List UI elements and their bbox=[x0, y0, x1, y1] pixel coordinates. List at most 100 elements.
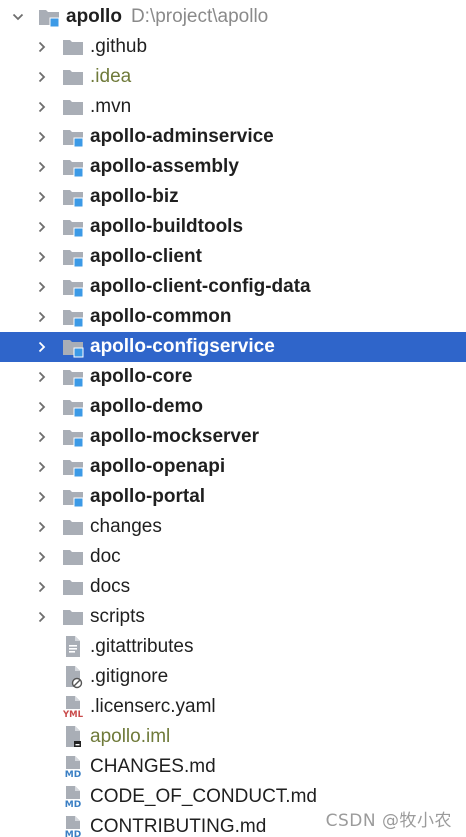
chevron-right-icon[interactable] bbox=[34, 182, 50, 212]
tree-item-label: .mvn bbox=[90, 96, 132, 117]
tree-root-row[interactable]: apollo D:\project\apollo bbox=[0, 2, 466, 32]
chevron-right-icon[interactable] bbox=[34, 392, 50, 422]
tree-item-label: docs bbox=[90, 576, 131, 597]
watermark: CSDN @牧小农 bbox=[325, 811, 452, 831]
tree-item[interactable]: apollo-demo bbox=[0, 392, 466, 422]
tree-item-label: apollo-core bbox=[90, 366, 193, 387]
tree-item-label: apollo-common bbox=[90, 306, 232, 327]
module-folder-icon bbox=[62, 275, 84, 299]
chevron-right-icon[interactable] bbox=[34, 602, 50, 632]
tree-item-label: apollo-configservice bbox=[90, 336, 275, 357]
tree-item-label: apollo-openapi bbox=[90, 456, 226, 477]
tree-item[interactable]: apollo-client bbox=[0, 242, 466, 272]
module-folder-icon bbox=[62, 305, 84, 329]
tree-item-label: CONTRIBUTING.md bbox=[90, 816, 267, 837]
module-folder-icon bbox=[62, 335, 84, 359]
tree-item[interactable]: docs bbox=[0, 572, 466, 602]
chevron-right-icon[interactable] bbox=[34, 62, 50, 92]
project-tree: apollo D:\project\apollo .github .idea .mv… bbox=[0, 0, 466, 837]
tree-item-label: .licenserc.yaml bbox=[90, 696, 216, 717]
chevron-right-icon[interactable] bbox=[34, 152, 50, 182]
chevron-right-icon[interactable] bbox=[34, 512, 50, 542]
chevron-down-icon[interactable] bbox=[10, 2, 26, 32]
tree-item[interactable]: .idea bbox=[0, 62, 466, 92]
chevron-right-icon[interactable] bbox=[34, 32, 50, 62]
chevron-right-icon[interactable] bbox=[34, 332, 50, 362]
tree-item[interactable]: .gitattributes bbox=[0, 632, 466, 662]
chevron-right-icon[interactable] bbox=[34, 302, 50, 332]
module-folder-icon bbox=[62, 365, 84, 389]
tree-item-label: .gitignore bbox=[90, 666, 169, 687]
tree-item[interactable]: apollo-adminservice bbox=[0, 122, 466, 152]
svg-text:MD: MD bbox=[65, 830, 81, 837]
tree-item-label: apollo-client bbox=[90, 246, 202, 267]
tree-item-label: apollo-adminservice bbox=[90, 126, 274, 147]
svg-text:MD: MD bbox=[65, 800, 81, 809]
folder-icon bbox=[62, 35, 84, 59]
module-folder-icon bbox=[62, 425, 84, 449]
tree-item-label: CHANGES.md bbox=[90, 756, 216, 777]
chevron-placeholder bbox=[34, 662, 50, 692]
module-folder-icon bbox=[62, 155, 84, 179]
folder-icon bbox=[62, 545, 84, 569]
chevron-right-icon[interactable] bbox=[34, 242, 50, 272]
markdown-file-icon: MD bbox=[62, 815, 84, 837]
markdown-file-icon: MD bbox=[62, 755, 84, 779]
module-folder-icon bbox=[62, 395, 84, 419]
tree-item[interactable]: changes bbox=[0, 512, 466, 542]
tree-item[interactable]: doc bbox=[0, 542, 466, 572]
yaml-file-icon: YML bbox=[62, 695, 84, 719]
tree-item[interactable]: .github bbox=[0, 32, 466, 62]
tree-item-label: .gitattributes bbox=[90, 636, 194, 657]
chevron-right-icon[interactable] bbox=[34, 272, 50, 302]
module-folder-icon bbox=[38, 5, 60, 29]
tree-item[interactable]: MD CHANGES.md bbox=[0, 752, 466, 782]
chevron-right-icon[interactable] bbox=[34, 542, 50, 572]
tree-item[interactable]: apollo-client-config-data bbox=[0, 272, 466, 302]
tree-item-label: apollo-mockserver bbox=[90, 426, 259, 447]
tree-item[interactable]: .mvn bbox=[0, 92, 466, 122]
svg-text:YML: YML bbox=[62, 710, 84, 719]
chevron-right-icon[interactable] bbox=[34, 122, 50, 152]
chevron-right-icon[interactable] bbox=[34, 92, 50, 122]
folder-icon bbox=[62, 605, 84, 629]
module-folder-icon bbox=[62, 215, 84, 239]
tree-item[interactable]: apollo-biz bbox=[0, 182, 466, 212]
chevron-placeholder bbox=[34, 722, 50, 752]
chevron-right-icon[interactable] bbox=[34, 422, 50, 452]
tree-item[interactable]: .gitignore bbox=[0, 662, 466, 692]
tree-item[interactable]: apollo-mockserver bbox=[0, 422, 466, 452]
chevron-placeholder bbox=[34, 632, 50, 662]
tree-item[interactable]: apollo-common bbox=[0, 302, 466, 332]
chevron-right-icon[interactable] bbox=[34, 452, 50, 482]
folder-icon bbox=[62, 515, 84, 539]
tree-item[interactable]: apollo-configservice bbox=[0, 332, 466, 362]
folder-icon bbox=[62, 95, 84, 119]
tree-item[interactable]: apollo-assembly bbox=[0, 152, 466, 182]
tree-item[interactable]: apollo-buildtools bbox=[0, 212, 466, 242]
tree-item[interactable]: apollo-openapi bbox=[0, 452, 466, 482]
folder-icon bbox=[62, 65, 84, 89]
tree-item-label: .github bbox=[90, 36, 148, 57]
tree-item-label: scripts bbox=[90, 606, 145, 627]
tree-item[interactable]: apollo-portal bbox=[0, 482, 466, 512]
chevron-placeholder bbox=[34, 692, 50, 722]
chevron-right-icon[interactable] bbox=[34, 482, 50, 512]
chevron-right-icon[interactable] bbox=[34, 362, 50, 392]
tree-item-label: doc bbox=[90, 546, 121, 567]
tree-item-label: .idea bbox=[90, 66, 132, 87]
tree-item-label: CODE_OF_CONDUCT.md bbox=[90, 786, 317, 807]
tree-item[interactable]: scripts bbox=[0, 602, 466, 632]
chevron-right-icon[interactable] bbox=[34, 572, 50, 602]
tree-item-label: apollo-assembly bbox=[90, 156, 239, 177]
chevron-right-icon[interactable] bbox=[34, 212, 50, 242]
tree-item[interactable]: YML .licenserc.yaml bbox=[0, 692, 466, 722]
root-path: D:\project\apollo bbox=[130, 6, 269, 27]
tree-item[interactable]: apollo.iml bbox=[0, 722, 466, 752]
tree-item-label: apollo.iml bbox=[90, 726, 171, 747]
tree-item-label: apollo-portal bbox=[90, 486, 206, 507]
tree-item[interactable]: apollo-core bbox=[0, 362, 466, 392]
folder-icon bbox=[62, 575, 84, 599]
gitignore-file-icon bbox=[62, 665, 84, 689]
module-folder-icon bbox=[62, 125, 84, 149]
